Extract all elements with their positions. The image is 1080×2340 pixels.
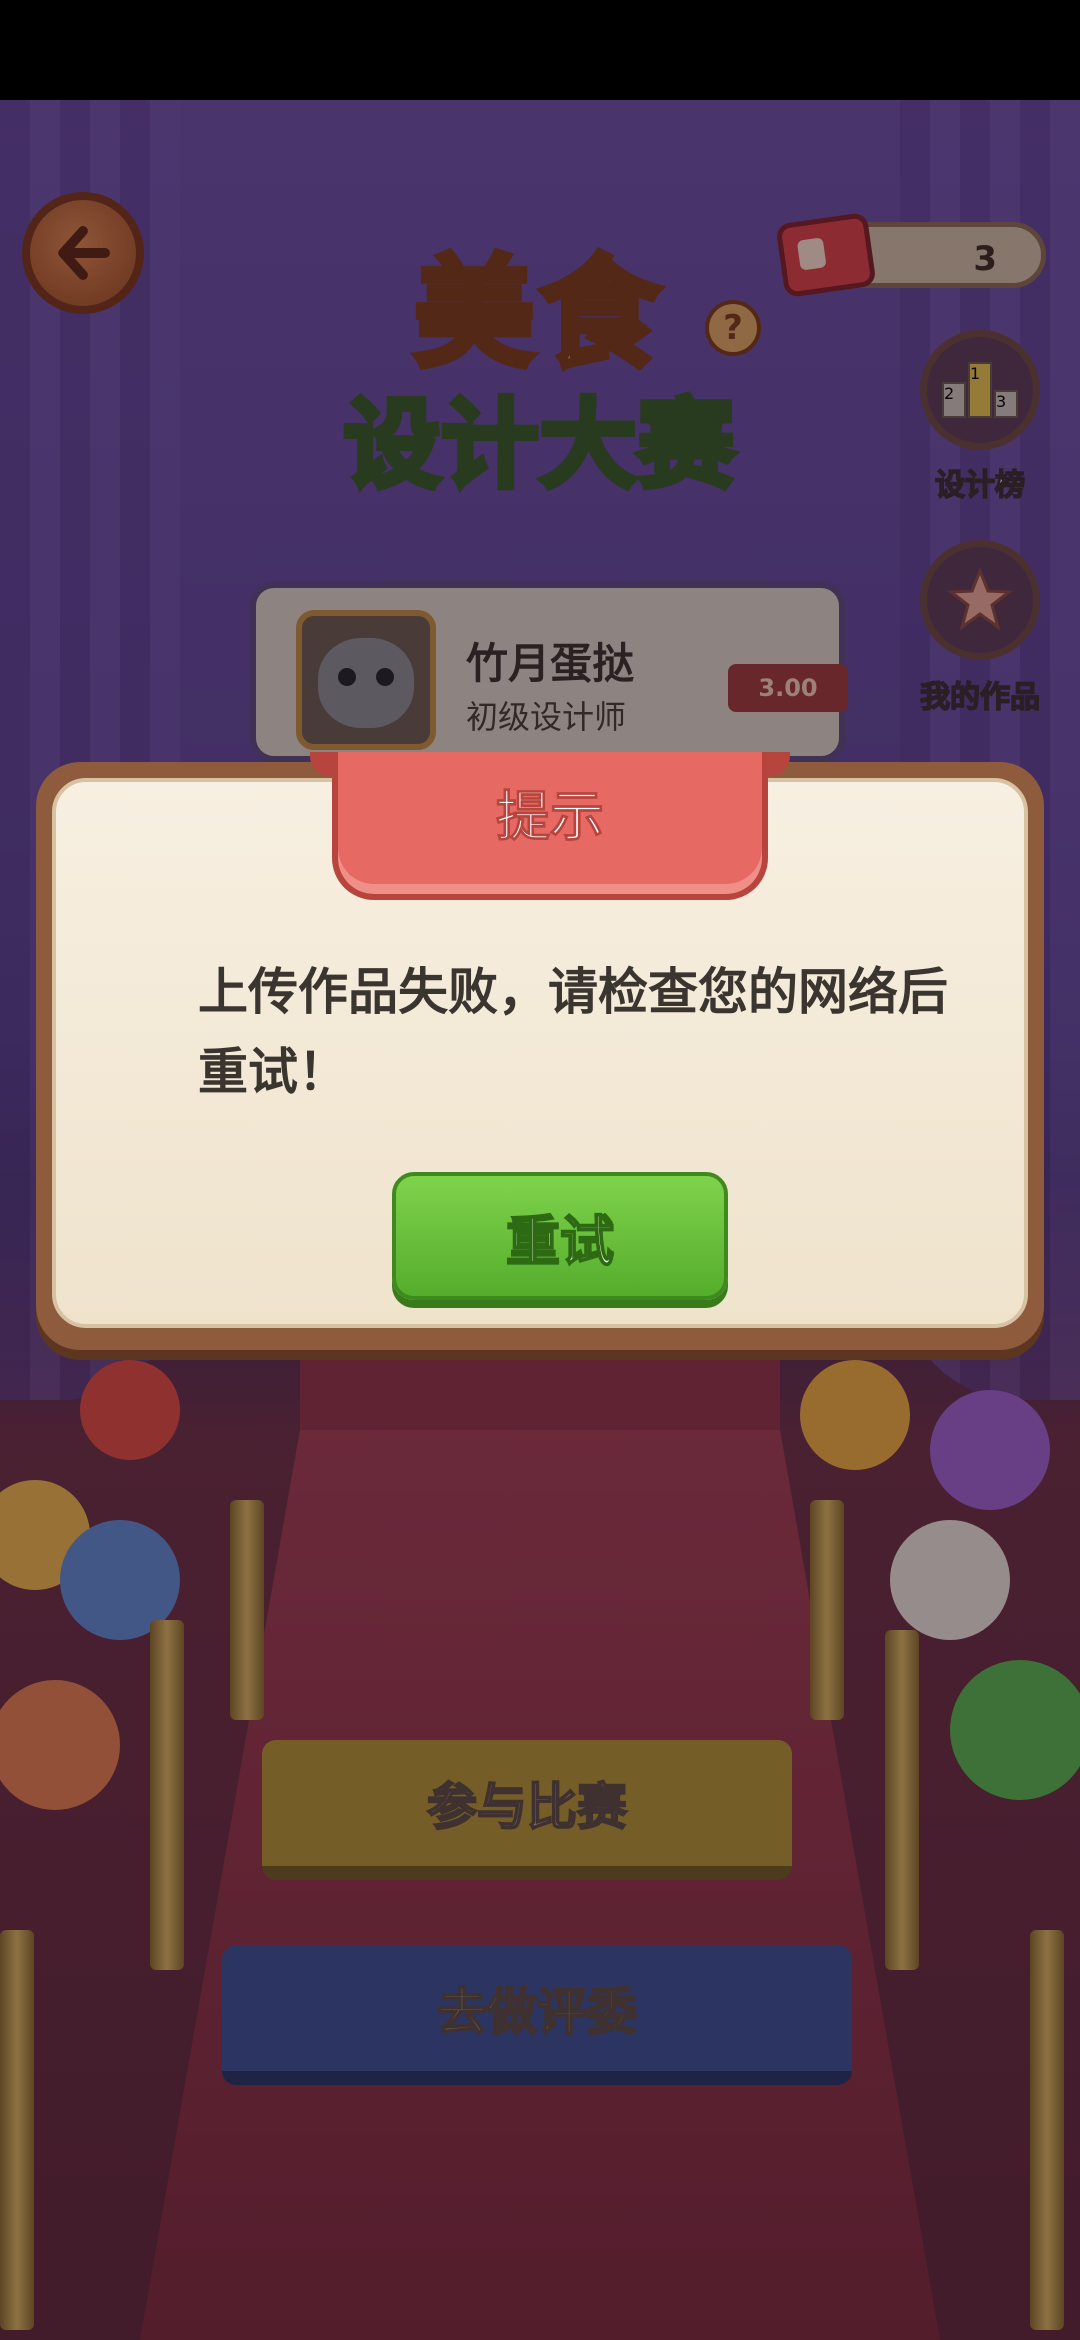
status-bar <box>0 0 1080 100</box>
dialog-title: 提示 <box>496 785 605 849</box>
dialog-title-ribbon: 提示 <box>310 752 790 900</box>
retry-label: 重试 <box>505 1209 615 1274</box>
retry-button[interactable]: 重试 <box>392 1172 728 1300</box>
dialog-message: 上传作品失败，请检查您的网络后重试！ <box>198 963 948 1101</box>
alert-dialog: 上传作品失败，请检查您的网络后重试！ 重试 提示 <box>36 752 1044 1350</box>
